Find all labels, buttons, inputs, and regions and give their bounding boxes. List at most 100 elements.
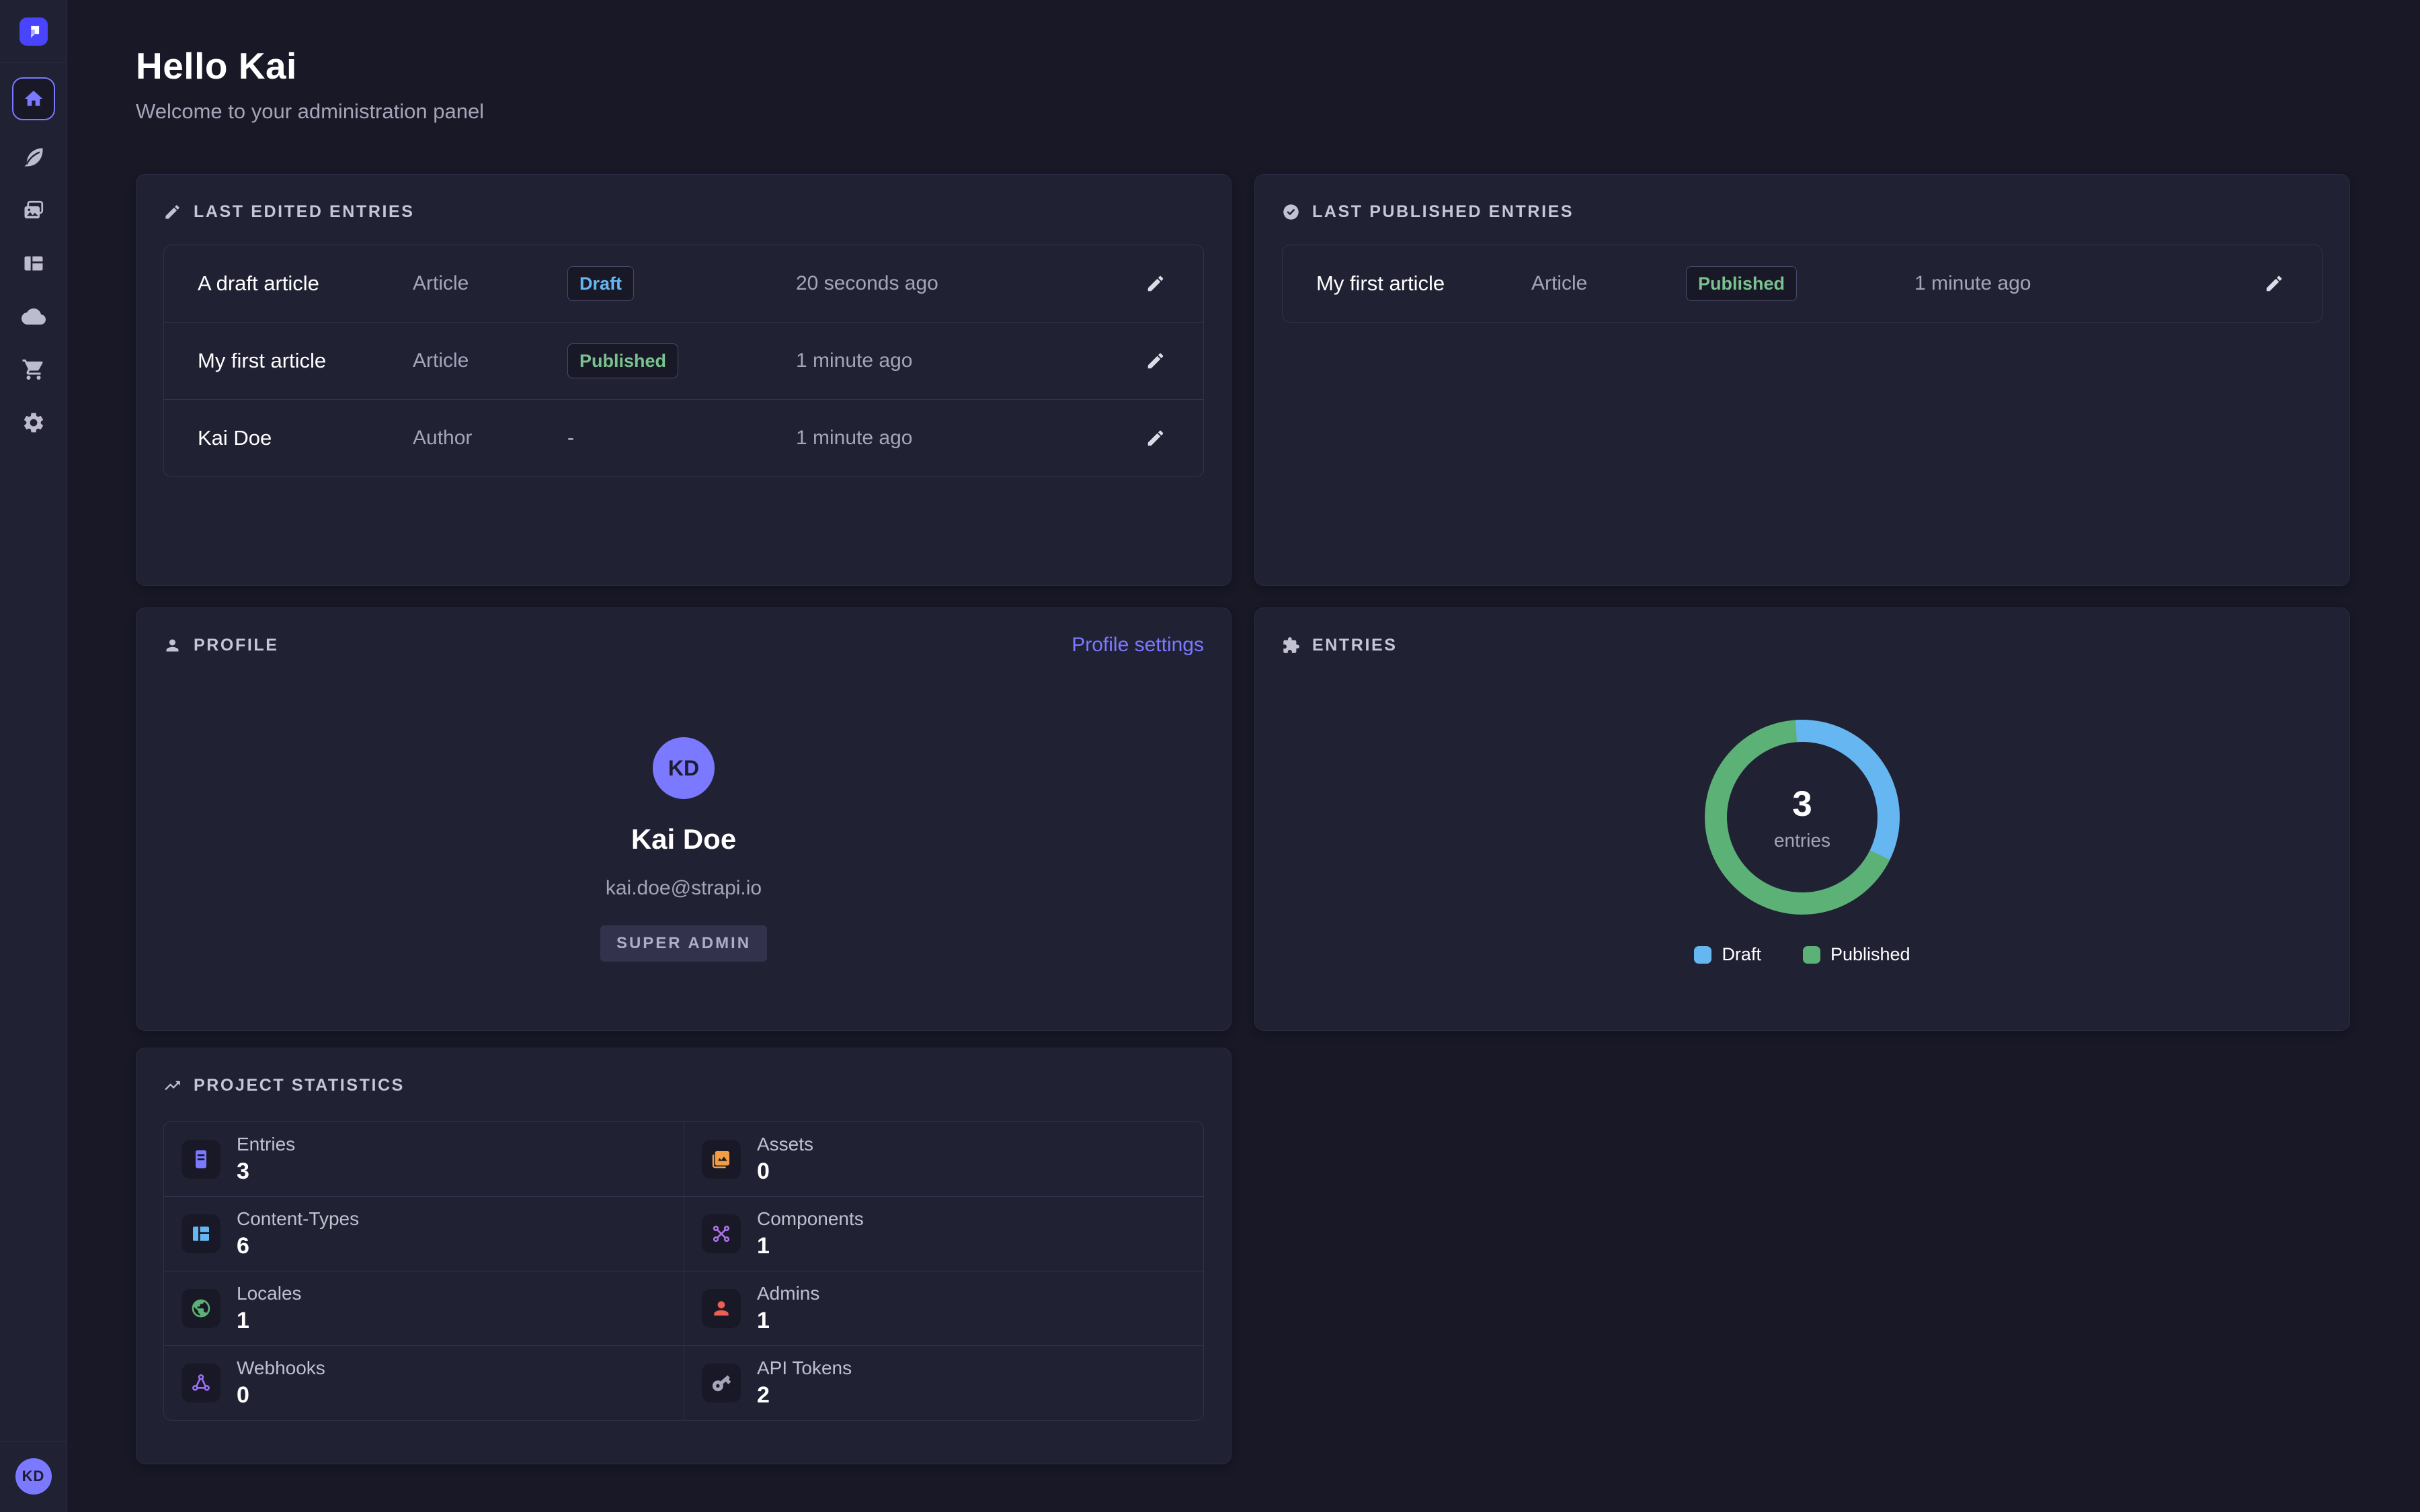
- stat-api-tokens: API Tokens 2: [684, 1345, 1203, 1420]
- stat-content-types: Content-Types 6: [164, 1196, 684, 1271]
- donut-total-label: entries: [1774, 830, 1830, 851]
- stat-text: Webhooks 0: [237, 1357, 325, 1409]
- table-row: My first article Article Published 1 min…: [1283, 245, 2322, 322]
- stat-value: 0: [757, 1159, 813, 1185]
- stat-text: API Tokens 2: [757, 1357, 852, 1409]
- home-icon: [23, 88, 44, 110]
- edit-entry-button[interactable]: [1141, 424, 1170, 452]
- content-types-layout-icon: [182, 1214, 220, 1253]
- entry-kind: Article: [1531, 272, 1686, 295]
- legend-item-published: Published: [1803, 944, 1910, 965]
- legend-label: Published: [1830, 944, 1910, 965]
- entry-actions: [1132, 424, 1170, 452]
- stat-value: 3: [237, 1159, 295, 1185]
- settings-gear-icon: [22, 411, 46, 435]
- sidebar-item-content-type-builder[interactable]: [17, 247, 50, 280]
- donut-total: 3: [1792, 784, 1812, 825]
- strapi-admin-dashboard: { "app": { "background": "#181826", "sur…: [0, 0, 2420, 1512]
- stat-text: Admins 1: [757, 1283, 819, 1334]
- profile-role-badge: SUPER ADMIN: [600, 925, 767, 962]
- trending-up-icon: [163, 1077, 182, 1095]
- sidebar-item-settings[interactable]: [17, 407, 50, 439]
- edit-entry-button[interactable]: [1141, 269, 1170, 298]
- sidebar-item-marketplace[interactable]: [17, 353, 50, 386]
- stat-assets: Assets 0: [684, 1122, 1203, 1196]
- stat-label: Admins: [757, 1283, 819, 1304]
- admins-user-icon: [702, 1289, 741, 1328]
- sidebar-item-content-manager[interactable]: [17, 141, 50, 173]
- entry-actions: [2251, 269, 2288, 298]
- stat-text: Components 1: [757, 1208, 864, 1259]
- card-title: PROFILE: [194, 636, 279, 655]
- donut-center-text: 3 entries: [1705, 720, 1900, 915]
- last-edited-entries-card: LAST EDITED ENTRIES A draft article Arti…: [136, 174, 1232, 586]
- stat-label: API Tokens: [757, 1357, 852, 1379]
- pencil-icon: [1145, 274, 1166, 294]
- status-badge: Draft: [567, 266, 634, 301]
- last-published-table: My first article Article Published 1 min…: [1282, 245, 2323, 323]
- strapi-logo-icon[interactable]: [19, 17, 48, 46]
- webhooks-icon: [182, 1363, 220, 1402]
- card-header: PROFILE Profile settings: [163, 632, 1204, 658]
- edit-entry-button[interactable]: [1141, 347, 1170, 375]
- entry-status-cell: Published: [567, 343, 796, 378]
- edit-entry-button[interactable]: [2260, 269, 2288, 298]
- profile-avatar: KD: [653, 737, 715, 799]
- marketplace-cart-icon: [22, 358, 46, 382]
- stat-text: Locales 1: [237, 1283, 302, 1334]
- user-avatar[interactable]: KD: [15, 1458, 52, 1495]
- status-empty: -: [567, 427, 574, 449]
- stat-admins: Admins 1: [684, 1271, 1203, 1345]
- stat-value: 2: [757, 1382, 852, 1409]
- profile-name: Kai Doe: [631, 823, 736, 855]
- pencil-icon: [2264, 274, 2284, 294]
- entries-chart-card: ENTRIES 3 entries Draft Published: [1254, 607, 2350, 1031]
- entry-time: 1 minute ago: [1914, 272, 2251, 295]
- table-row: Kai Doe Author - 1 minute ago: [164, 399, 1203, 476]
- entry-title: My first article: [1316, 271, 1531, 296]
- cloud-icon: [22, 304, 46, 329]
- entry-kind: Article: [413, 272, 567, 295]
- profile-card: PROFILE Profile settings KD Kai Doe kai.…: [136, 607, 1232, 1031]
- check-circle-icon: [1282, 203, 1300, 221]
- entry-time: 20 seconds ago: [796, 272, 1132, 295]
- stat-value: 1: [757, 1233, 864, 1259]
- pencil-icon: [163, 203, 182, 221]
- table-row: My first article Article Published 1 min…: [164, 322, 1203, 399]
- stat-label: Content-Types: [237, 1208, 359, 1230]
- entry-title: My first article: [198, 349, 413, 373]
- strapi-logo-glyph: [25, 23, 42, 40]
- entries-file-icon: [182, 1140, 220, 1179]
- locales-globe-icon: [182, 1289, 220, 1328]
- card-header: LAST PUBLISHED ENTRIES: [1282, 199, 2323, 224]
- stat-locales: Locales 1: [164, 1271, 684, 1345]
- entry-title: Kai Doe: [198, 426, 413, 450]
- assets-image-icon: [702, 1140, 741, 1179]
- entry-status-cell: Published: [1686, 266, 1914, 301]
- sidebar-item-media-library[interactable]: [17, 194, 50, 226]
- entry-kind: Article: [413, 349, 567, 372]
- card-title: PROJECT STATISTICS: [194, 1076, 405, 1095]
- stat-text: Assets 0: [757, 1134, 813, 1185]
- entry-time: 1 minute ago: [796, 427, 1132, 450]
- api-tokens-key-icon: [702, 1363, 741, 1402]
- sidebar-item-home[interactable]: [12, 77, 55, 120]
- project-statistics-card: PROJECT STATISTICS Entries 3 Assets 0: [136, 1048, 1232, 1464]
- entries-donut-chart: 3 entries: [1705, 720, 1900, 915]
- status-badge: Published: [567, 343, 678, 378]
- user-icon: [163, 636, 182, 655]
- entry-title: A draft article: [198, 271, 413, 296]
- stat-label: Entries: [237, 1134, 295, 1155]
- project-statistics-grid: Entries 3 Assets 0 Content-Types 6: [163, 1121, 1204, 1421]
- card-header: ENTRIES: [1282, 632, 2323, 658]
- sidebar-nav: [12, 77, 55, 439]
- profile-body: KD Kai Doe kai.doe@strapi.io SUPER ADMIN: [163, 658, 1204, 962]
- stat-components: Components 1: [684, 1196, 1203, 1271]
- stat-entries: Entries 3: [164, 1122, 684, 1196]
- profile-settings-link[interactable]: Profile settings: [1072, 634, 1204, 657]
- chart-legend: Draft Published: [1694, 944, 1910, 965]
- sidebar-item-cloud[interactable]: [17, 300, 50, 333]
- legend-label: Draft: [1722, 944, 1761, 965]
- pencil-icon: [1145, 428, 1166, 448]
- stat-value: 1: [237, 1308, 302, 1334]
